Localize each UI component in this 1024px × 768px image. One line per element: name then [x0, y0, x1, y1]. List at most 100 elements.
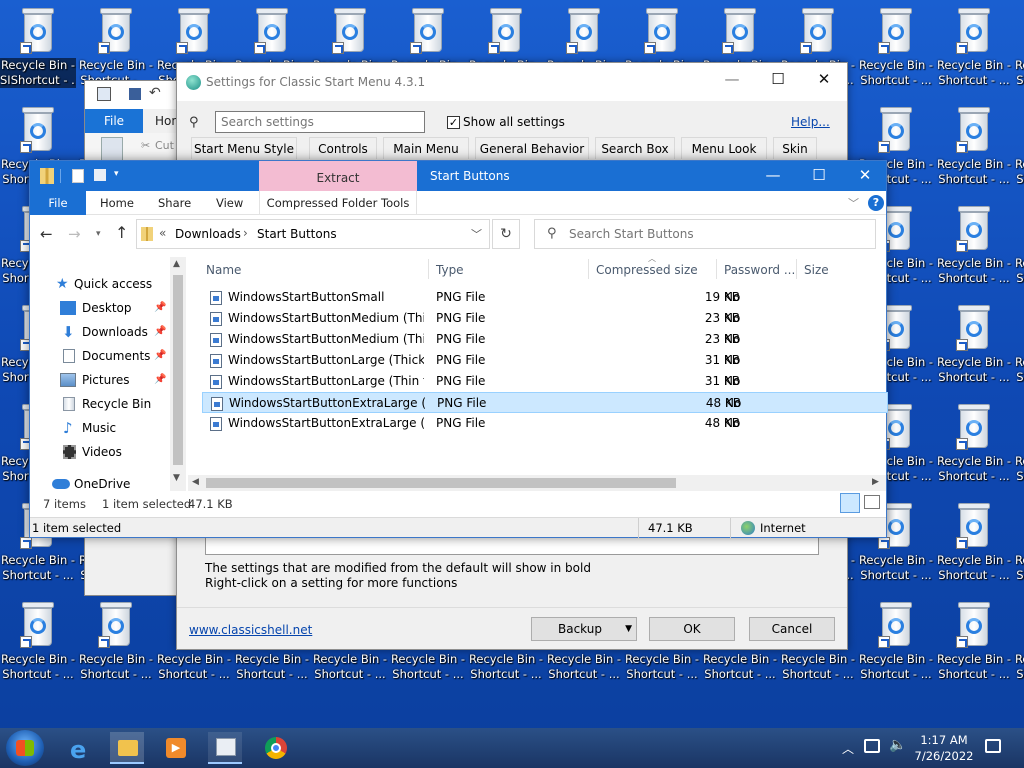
nav-downloads[interactable]: ⬇ Downloads 📌 — [30, 321, 180, 343]
settings-tab[interactable]: Main Menu — [383, 137, 469, 159]
file-row[interactable]: WindowsStartButtonExtraLarge (Th... PNG F… — [202, 392, 888, 413]
settings-search-input[interactable] — [215, 111, 425, 133]
quick-access-toolbar-chevron-icon[interactable]: ▾ — [114, 169, 119, 179]
file-row[interactable]: WindowsStartButtonSmall PNG File 19 KB No — [202, 287, 888, 308]
pin-icon[interactable]: 📌 — [154, 297, 166, 319]
path-downloads[interactable]: Downloads — [175, 227, 241, 241]
desktop-recycle-bin-shortcut[interactable]: Recycle Bin - SIShortcut - ... — [0, 0, 76, 88]
help-link[interactable]: Help... — [791, 115, 830, 129]
explorer-maximize-button[interactable]: ☐ — [796, 161, 842, 189]
show-all-checkbox[interactable]: ✓ — [447, 116, 460, 129]
taskbar-chrome[interactable] — [258, 732, 292, 764]
desktop-recycle-bin-shortcut[interactable]: Recycle Bin -Shortcut - ... — [1014, 495, 1024, 582]
scroll-up-icon[interactable]: ▲ — [173, 259, 180, 269]
clock-date[interactable]: 7/26/2022 — [910, 749, 978, 763]
start-button[interactable] — [6, 730, 44, 766]
desktop-recycle-bin-shortcut[interactable]: Recycle Bin -Shortcut - ... — [936, 594, 1012, 681]
nav-pictures[interactable]: Pictures 📌 — [30, 369, 180, 391]
address-dropdown-chevron-icon[interactable]: ﹀ — [471, 226, 482, 242]
volume-icon[interactable]: 🔈 — [889, 737, 906, 753]
large-icons-view-icon[interactable] — [864, 495, 880, 509]
horizontal-scrollbar-thumb[interactable] — [206, 478, 676, 488]
save-icon[interactable] — [129, 88, 141, 100]
explorer-minimize-button[interactable]: — — [750, 161, 796, 189]
column-header-type[interactable]: Type — [436, 261, 464, 279]
column-divider[interactable] — [716, 259, 717, 279]
taskbar-media-player[interactable]: ▶ — [158, 732, 192, 764]
desktop-recycle-bin-shortcut[interactable]: Recycle Bin -Shortcut - ... — [78, 0, 154, 87]
cut-label[interactable]: Cut — [155, 139, 174, 152]
ok-button[interactable]: OK — [649, 617, 735, 641]
scroll-down-icon[interactable]: ▼ — [173, 473, 180, 483]
settings-tab[interactable]: General Behavior — [475, 137, 589, 159]
column-header-password[interactable]: Password ... — [724, 261, 795, 279]
file-list-horizontal-scrollbar[interactable]: ◀ ▶ — [188, 475, 886, 491]
desktop-recycle-bin-shortcut[interactable]: Recycle Bin -Shortcut - ... — [1014, 297, 1024, 384]
forward-arrow-icon[interactable]: → — [68, 225, 81, 243]
file-row[interactable]: WindowsStartButtonLarge (Thin ta... PNG F… — [202, 371, 888, 392]
explorer-close-button[interactable]: ✕ — [842, 161, 888, 189]
ribbon-expand-chevron-icon[interactable]: ﹀ — [848, 195, 859, 211]
close-button[interactable]: ✕ — [801, 63, 847, 95]
path-start-buttons[interactable]: Start Buttons — [257, 227, 337, 241]
column-header-name[interactable]: Name — [206, 261, 241, 279]
nav-quick-access[interactable]: ★ Quick access — [30, 273, 180, 295]
explorer-search-box[interactable]: ⚲ — [534, 219, 876, 249]
column-divider[interactable] — [588, 259, 589, 279]
extract-context-tab[interactable]: Extract — [259, 161, 417, 191]
nav-music[interactable]: ♪ Music — [30, 417, 180, 439]
undo-icon[interactable]: ↶ — [149, 85, 161, 101]
clock-time[interactable]: 1:17 AM — [914, 733, 974, 747]
nav-recycle-bin[interactable]: Recycle Bin — [30, 393, 180, 415]
explorer-search-input[interactable] — [569, 225, 869, 243]
pin-icon[interactable]: 📌 — [154, 321, 166, 343]
desktop-recycle-bin-shortcut[interactable]: Recycle Bin -Shortcut - ... — [1014, 396, 1024, 483]
pin-icon[interactable]: 📌 — [154, 345, 166, 367]
show-hidden-icons-chevron-icon[interactable]: ︿ — [842, 740, 854, 757]
behind-file-tab[interactable]: File — [85, 109, 143, 133]
scroll-left-icon[interactable]: ◀ — [192, 477, 199, 487]
minimize-button[interactable]: — — [709, 63, 755, 95]
settings-tab[interactable]: Controls — [309, 137, 377, 159]
ribbon-share-tab[interactable]: Share — [158, 191, 191, 215]
address-bar[interactable]: « Downloads › Start Buttons ﹀ — [136, 219, 490, 249]
backup-button[interactable]: Backup ▼ — [531, 617, 637, 641]
file-row[interactable]: WindowsStartButtonLarge (Thick t... PNG F… — [202, 350, 888, 371]
file-row[interactable]: WindowsStartButtonMedium (Thic... PNG Fil… — [202, 308, 888, 329]
file-row[interactable]: WindowsStartButtonMedium (Thin... PNG Fil… — [202, 329, 888, 350]
recent-locations-chevron-icon[interactable]: ▾ — [96, 229, 101, 239]
column-divider[interactable] — [428, 259, 429, 279]
show-all-label[interactable]: Show all settings — [463, 115, 565, 129]
desktop-recycle-bin-shortcut[interactable]: Recycle Bin -Shortcut - ... — [936, 99, 1012, 186]
desktop-recycle-bin-shortcut[interactable]: Recycle Bin -Shortcut - ... — [936, 495, 1012, 582]
desktop-recycle-bin-shortcut[interactable]: Recycle Bin -Shortcut - ... — [1014, 0, 1024, 87]
taskbar-internet-explorer[interactable]: e — [64, 732, 98, 764]
explorer-window[interactable]: ▾ Extract Start Buttons — ☐ ✕ File Home … — [29, 160, 888, 538]
ribbon-compressed-tools-tab[interactable]: Compressed Folder Tools — [259, 191, 417, 215]
desktop-recycle-bin-shortcut[interactable]: Recycle Bin -Shortcut - ... — [858, 594, 934, 681]
settings-tab[interactable]: Start Menu Style — [191, 137, 297, 159]
column-header-compressed-size[interactable]: Compressed size — [596, 261, 698, 279]
desktop-recycle-bin-shortcut[interactable]: Recycle Bin -Shortcut - ... — [78, 594, 154, 681]
ribbon-home-tab[interactable]: Home — [100, 191, 134, 215]
settings-tab[interactable]: Menu Look — [681, 137, 767, 159]
path-overflow[interactable]: « — [159, 226, 166, 240]
nav-onedrive[interactable]: OneDrive — [30, 473, 180, 491]
maximize-button[interactable]: ☐ — [755, 63, 801, 95]
desktop-recycle-bin-shortcut[interactable]: Recycle Bin -Shortcut - ... — [1014, 99, 1024, 186]
pin-icon[interactable]: 📌 — [154, 369, 166, 391]
desktop-recycle-bin-shortcut[interactable]: Recycle Bin -Shortcut - ... — [936, 396, 1012, 483]
ribbon-view-tab[interactable]: View — [216, 191, 243, 215]
nav-videos[interactable]: Videos — [30, 441, 180, 463]
refresh-icon[interactable]: ↻ — [492, 219, 520, 249]
taskbar-settings-app[interactable] — [208, 732, 242, 764]
column-header-size[interactable]: Size — [804, 261, 829, 279]
nav-desktop[interactable]: Desktop 📌 — [30, 297, 180, 319]
desktop-recycle-bin-shortcut[interactable]: Recycle Bin -Shortcut - ... — [858, 0, 934, 87]
nav-scrollbar-thumb[interactable] — [173, 275, 183, 465]
desktop-recycle-bin-shortcut[interactable]: Recycle Bin -Shortcut - ... — [936, 198, 1012, 285]
cut-icon[interactable]: ✂ — [141, 139, 150, 152]
desktop-recycle-bin-shortcut[interactable]: Recycle Bin -Shortcut - ... — [1014, 198, 1024, 285]
nav-scrollbar[interactable]: ▲ ▼ — [170, 257, 186, 491]
up-arrow-icon[interactable]: ↑ — [115, 223, 128, 242]
